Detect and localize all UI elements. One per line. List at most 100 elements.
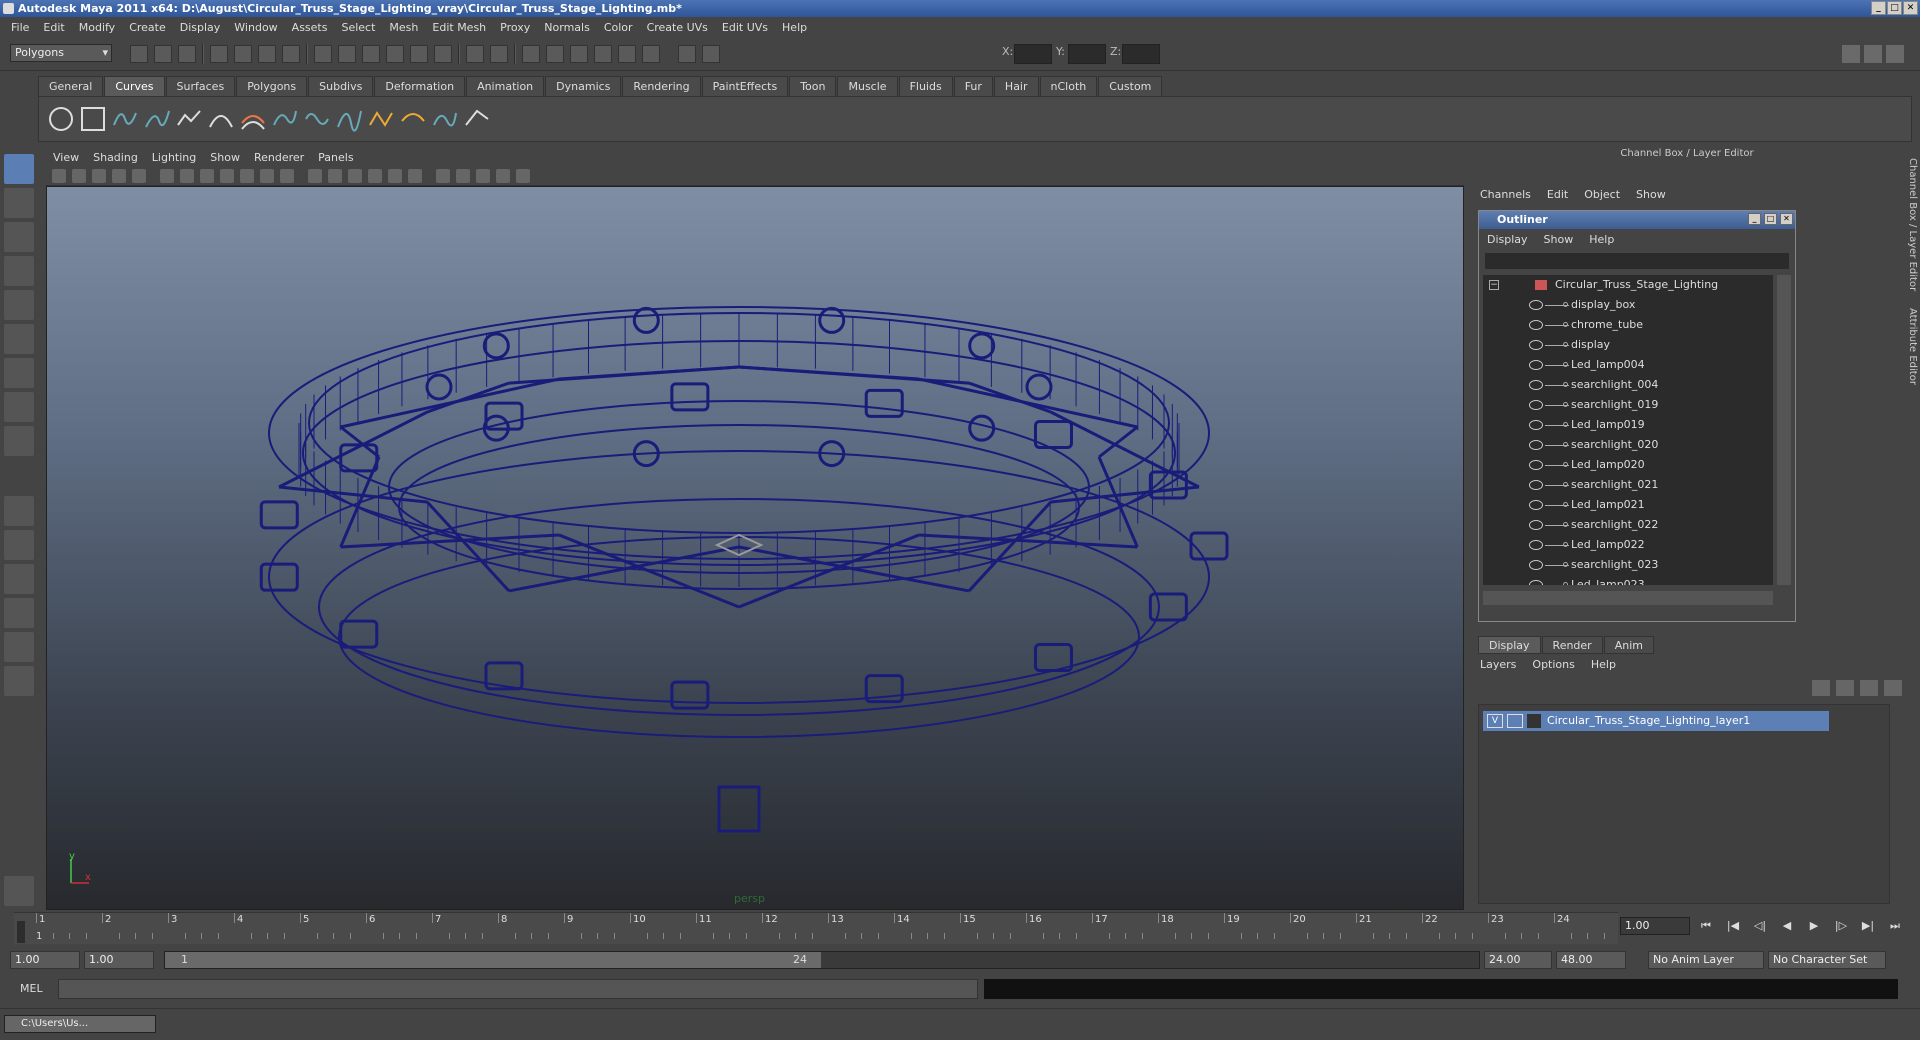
menu-help[interactable]: Help [775, 21, 814, 34]
snap-grid-icon[interactable] [314, 45, 332, 63]
outliner-item[interactable]: chrome_tube [1483, 315, 1773, 335]
universal-manipulator-icon[interactable] [4, 358, 34, 388]
show-hide-attribute-editor-icon[interactable] [1842, 45, 1860, 63]
layer-playback-toggle[interactable] [1507, 714, 1523, 728]
outliner-item[interactable]: searchlight_020 [1483, 435, 1773, 455]
outliner-close-button[interactable]: ✕ [1780, 213, 1793, 225]
new-layer-selected-icon[interactable] [1836, 680, 1854, 696]
numeric-input-icon[interactable] [702, 45, 720, 63]
outliner-item[interactable]: Led_lamp023 [1483, 575, 1773, 585]
lasso-tool-icon[interactable] [4, 188, 34, 218]
time-slider[interactable]: 1 1 2 3 4 5 6 7 8 9 10 11 12 13 14 15 16 17 18 19 20 21 22 23 2… [14, 912, 1618, 944]
shelf-tab-painteffects[interactable]: PaintEffects [701, 76, 789, 96]
step-forward-frame-icon[interactable]: |▷ [1829, 917, 1853, 935]
nurbs-square-icon[interactable] [79, 105, 107, 133]
character-set-dropdown[interactable]: No Character Set [1768, 951, 1886, 969]
make-live-icon[interactable] [410, 45, 428, 63]
layer-tab-render[interactable]: Render [1541, 636, 1603, 654]
shelf-tab-dynamics[interactable]: Dynamics [545, 76, 622, 96]
playback-start-field[interactable]: 1.00 [84, 951, 154, 969]
play-forwards-icon[interactable]: ▶ [1802, 917, 1826, 935]
bookmark-icon[interactable] [92, 169, 106, 183]
high-quality-icon[interactable] [516, 169, 530, 183]
safe-title-icon[interactable] [280, 169, 294, 183]
intersect-curves-icon[interactable] [431, 105, 459, 133]
menu-window[interactable]: Window [227, 21, 284, 34]
go-to-end-icon[interactable]: ⏭ [1883, 917, 1907, 935]
shelf-tab-rendering[interactable]: Rendering [622, 76, 701, 96]
shelf-tab-animation[interactable]: Animation [466, 76, 545, 96]
command-input[interactable] [58, 979, 978, 999]
outliner-menu-help[interactable]: Help [1581, 233, 1622, 246]
shelf-tab-fluids[interactable]: Fluids [898, 76, 953, 96]
shelf-tab-surfaces[interactable]: Surfaces [165, 76, 236, 96]
outliner-filter-field[interactable] [1485, 253, 1789, 269]
render-region-icon[interactable] [642, 45, 660, 63]
outliner-item[interactable]: searchlight_021 [1483, 475, 1773, 495]
image-plane-icon[interactable] [112, 169, 126, 183]
arc-tool-icon[interactable] [207, 105, 235, 133]
extend-curve-icon[interactable] [367, 105, 395, 133]
menu-create[interactable]: Create [122, 21, 173, 34]
layer-menu-options[interactable]: Options [1524, 658, 1582, 671]
channel-menu-channels[interactable]: Channels [1472, 188, 1539, 201]
animation-start-field[interactable]: 1.00 [10, 951, 80, 969]
outliner-menu-display[interactable]: Display [1479, 233, 1536, 246]
menu-assets[interactable]: Assets [285, 21, 335, 34]
outliner-item[interactable]: searchlight_023 [1483, 555, 1773, 575]
save-scene-icon[interactable] [178, 45, 196, 63]
range-slider-handle[interactable]: 1 24 [165, 952, 821, 968]
channel-menu-edit[interactable]: Edit [1539, 188, 1576, 201]
outliner-item[interactable]: searchlight_004 [1483, 375, 1773, 395]
scale-tool-icon[interactable] [4, 324, 34, 354]
attach-curves-icon[interactable] [271, 105, 299, 133]
resolution-gate-icon[interactable] [200, 169, 214, 183]
camera-attribute-icon[interactable] [72, 169, 86, 183]
select-object-icon[interactable] [234, 45, 252, 63]
ipr-render-icon[interactable] [546, 45, 564, 63]
single-perspective-layout-icon[interactable] [4, 496, 34, 526]
field-chart-icon[interactable] [240, 169, 254, 183]
layer-color-swatch[interactable] [1527, 714, 1541, 728]
outliner-item[interactable]: Led_lamp004 [1483, 355, 1773, 375]
show-hide-channel-box-icon[interactable] [1886, 45, 1904, 63]
lock-selection-icon[interactable] [282, 45, 300, 63]
curve-fillet-icon[interactable] [463, 105, 491, 133]
use-all-lights-icon[interactable] [388, 169, 402, 183]
persp-graph-hypershade-layout-icon[interactable] [4, 666, 34, 696]
2d-pan-zoom-icon[interactable] [132, 169, 146, 183]
shelf-tab-muscle[interactable]: Muscle [837, 76, 898, 96]
select-camera-icon[interactable] [52, 169, 66, 183]
detach-curves-icon[interactable] [303, 105, 331, 133]
new-scene-icon[interactable] [130, 45, 148, 63]
render-frame-icon[interactable] [522, 45, 540, 63]
menu-edit-uvs[interactable]: Edit UVs [715, 21, 775, 34]
shelf-tab-curves[interactable]: Curves [104, 76, 165, 96]
anim-layer-dropdown[interactable]: No Anim Layer [1648, 951, 1764, 969]
input-ops-icon[interactable] [434, 45, 452, 63]
shelf-tab-fur[interactable]: Fur [953, 76, 993, 96]
side-tab-attribute-editor[interactable]: Attribute Editor [1904, 308, 1918, 385]
step-back-key-icon[interactable]: |◀ [1721, 917, 1745, 935]
select-component-icon[interactable] [258, 45, 276, 63]
film-gate-icon[interactable] [180, 169, 194, 183]
layer-menu-layers[interactable]: Layers [1472, 658, 1524, 671]
menu-edit-mesh[interactable]: Edit Mesh [425, 21, 493, 34]
current-frame-marker[interactable] [17, 921, 25, 943]
shelf-tab-custom[interactable]: Custom [1098, 76, 1163, 96]
perspective-viewport[interactable]: y x persp [46, 186, 1464, 910]
outliner-item[interactable]: Led_lamp019 [1483, 415, 1773, 435]
smooth-shade-icon[interactable] [328, 169, 342, 183]
play-backwards-icon[interactable]: ◀ [1775, 917, 1799, 935]
move-layer-down-icon[interactable] [1884, 680, 1902, 696]
grid-icon[interactable] [160, 169, 174, 183]
nurbs-circle-icon[interactable] [47, 105, 75, 133]
persp-outliner-layout-icon[interactable] [4, 564, 34, 594]
panel-menu-show[interactable]: Show [203, 151, 247, 164]
panel-menu-lighting[interactable]: Lighting [145, 151, 203, 164]
outliner-root-item[interactable]: − Circular_Truss_Stage_Lighting [1483, 275, 1773, 295]
outliner-item[interactable]: display_box [1483, 295, 1773, 315]
panel-menu-renderer[interactable]: Renderer [247, 151, 311, 164]
outliner-item[interactable]: searchlight_019 [1483, 395, 1773, 415]
x-field[interactable] [1014, 44, 1052, 64]
